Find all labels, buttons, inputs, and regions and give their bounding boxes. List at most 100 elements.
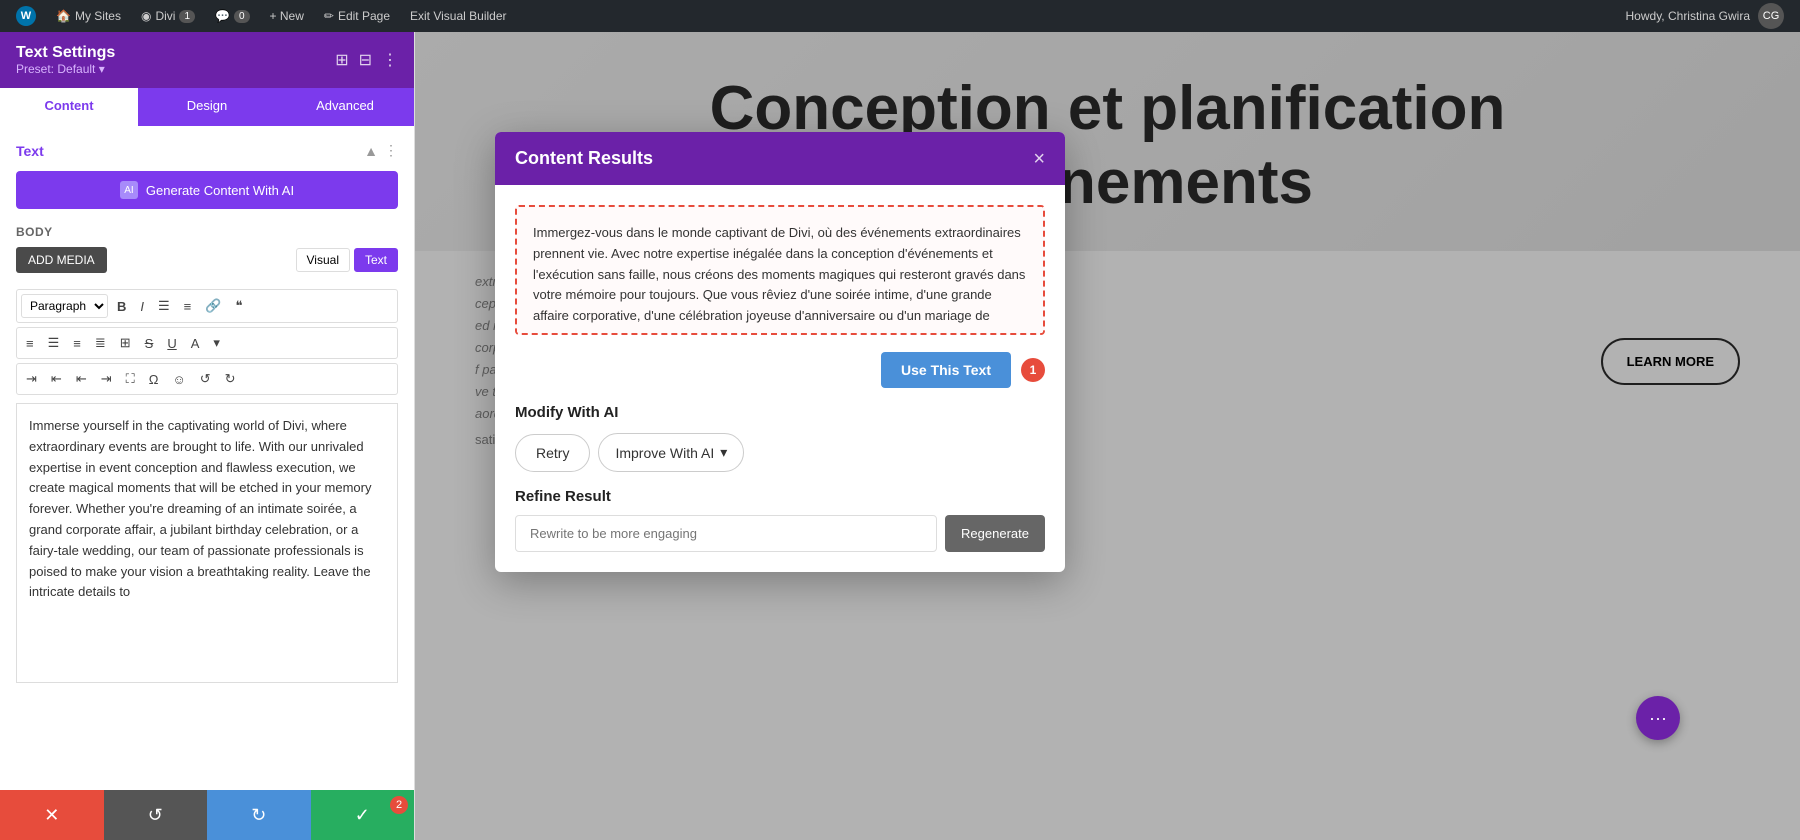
ai-icon: AI bbox=[120, 181, 138, 199]
ordered-list-button[interactable]: ≡ bbox=[179, 296, 197, 317]
refine-label: Refine Result bbox=[515, 488, 1045, 505]
chevron-up-icon[interactable]: ▲ bbox=[364, 143, 378, 159]
refine-section: Refine Result Regenerate bbox=[515, 488, 1045, 552]
tab-design[interactable]: Design bbox=[138, 88, 276, 126]
indent2-button[interactable]: ⇤ bbox=[71, 368, 92, 390]
redo-editor-button[interactable]: ↻ bbox=[220, 368, 241, 390]
toolbar-row-3: ⇥ ⇤ ⇤ ⇥ ⛶ Ω ☺ ↺ ↻ bbox=[16, 363, 398, 395]
wp-logo[interactable]: W bbox=[8, 0, 44, 32]
generate-content-button[interactable]: AI Generate Content With AI bbox=[16, 171, 398, 209]
main-wrapper: Text Settings Preset: Default ▾ ⊞ ⊟ ⋮ Co… bbox=[0, 32, 1800, 840]
undo-button[interactable]: ↺ bbox=[104, 790, 208, 840]
align-right-button[interactable]: ≡ bbox=[68, 333, 86, 354]
modal-title: Content Results bbox=[515, 148, 653, 169]
new-link[interactable]: + New bbox=[262, 0, 312, 32]
admin-bar-right: Howdy, Christina Gwira CG bbox=[1626, 3, 1792, 29]
modal-close-button[interactable]: × bbox=[1033, 149, 1045, 169]
add-media-button[interactable]: ADD MEDIA bbox=[16, 247, 107, 273]
retry-button[interactable]: Retry bbox=[515, 434, 590, 472]
comment-link[interactable]: 💬 0 bbox=[207, 0, 258, 32]
align-justify-button[interactable]: ≣ bbox=[90, 332, 111, 354]
editor-tabs: Visual Text bbox=[296, 248, 398, 272]
sidebar-title: Text Settings bbox=[16, 44, 115, 62]
home-icon: 🏠 bbox=[56, 9, 71, 23]
ai-bubble-icon: ··· bbox=[1649, 708, 1667, 729]
body-label: Body bbox=[16, 225, 398, 239]
comment-icon: 💬 bbox=[215, 9, 230, 23]
fullscreen-editor-button[interactable]: ⛶ bbox=[121, 368, 140, 390]
more-options-icon[interactable]: ⋮ bbox=[382, 50, 398, 70]
sidebar-content: Text ▲ ⋮ AI Generate Content With AI Bod… bbox=[0, 126, 414, 790]
user-avatar: CG bbox=[1758, 3, 1784, 29]
refine-input[interactable] bbox=[515, 515, 937, 552]
table-button[interactable]: ⊞ bbox=[115, 332, 136, 354]
exit-builder-link[interactable]: Exit Visual Builder bbox=[402, 0, 515, 32]
link-button[interactable]: 🔗 bbox=[200, 295, 226, 317]
sidebar: Text Settings Preset: Default ▾ ⊞ ⊟ ⋮ Co… bbox=[0, 32, 415, 840]
redo-button[interactable]: ↻ bbox=[207, 790, 311, 840]
italic-button[interactable]: I bbox=[135, 296, 149, 317]
tab-visual[interactable]: Visual bbox=[296, 248, 350, 272]
dropdown-button[interactable]: ▾ bbox=[208, 332, 225, 354]
improve-with-ai-button[interactable]: Improve With AI ▾ bbox=[598, 433, 744, 472]
cancel-button[interactable]: ✕ bbox=[0, 790, 104, 840]
page-preview: Conception et planification d'événements… bbox=[415, 32, 1800, 840]
strikethrough-button[interactable]: S bbox=[140, 333, 159, 354]
use-text-button[interactable]: Use This Text bbox=[881, 352, 1011, 388]
regenerate-button[interactable]: Regenerate bbox=[945, 515, 1045, 552]
dropdown-arrow-icon: ▾ bbox=[720, 444, 727, 461]
underline-button[interactable]: U bbox=[162, 333, 181, 354]
use-text-row: Use This Text 1 bbox=[515, 352, 1045, 388]
sidebar-preset[interactable]: Preset: Default ▾ bbox=[16, 62, 115, 76]
save-button[interactable]: ✓ 2 bbox=[311, 790, 415, 840]
align-center-button[interactable]: ☰ bbox=[43, 332, 65, 354]
sidebar-tabs: Content Design Advanced bbox=[0, 88, 414, 126]
modal-header: Content Results × bbox=[495, 132, 1065, 185]
outdent-button[interactable]: ⇤ bbox=[46, 368, 67, 390]
step-badge-1: 1 bbox=[1021, 358, 1045, 382]
sidebar-header: Text Settings Preset: Default ▾ ⊞ ⊟ ⋮ bbox=[0, 32, 414, 88]
unordered-list-button[interactable]: ☰ bbox=[153, 295, 175, 317]
modal-overlay: Content Results × Immergez-vous dans le … bbox=[415, 32, 1800, 840]
wordpress-icon: W bbox=[16, 6, 36, 26]
undo-editor-button[interactable]: ↺ bbox=[195, 368, 216, 390]
bottom-bar: ✕ ↺ ↻ ✓ 2 bbox=[0, 790, 414, 840]
special-char-button[interactable]: Ω bbox=[144, 369, 164, 390]
modify-section: Modify With AI Retry Improve With AI ▾ bbox=[515, 404, 1045, 472]
section-more-icon[interactable]: ⋮ bbox=[384, 142, 398, 159]
tab-content[interactable]: Content bbox=[0, 88, 138, 126]
edit-page-link[interactable]: ✏ Edit Page bbox=[316, 0, 398, 32]
text-section-header: Text ▲ ⋮ bbox=[16, 142, 398, 159]
divi-link[interactable]: ◉ Divi 1 bbox=[133, 0, 203, 32]
main-content: Conception et planification d'événements… bbox=[415, 32, 1800, 840]
text-color-button[interactable]: A bbox=[186, 333, 205, 354]
fullscreen-icon[interactable]: ⊞ bbox=[335, 50, 348, 70]
text-content-area[interactable]: Immerse yourself in the captivating worl… bbox=[16, 403, 398, 683]
comment-count: 0 bbox=[234, 10, 250, 23]
paragraph-select[interactable]: Paragraph bbox=[21, 294, 108, 318]
tab-text[interactable]: Text bbox=[354, 248, 398, 272]
divi-icon: ◉ bbox=[141, 9, 151, 23]
wp-admin-bar: W 🏠 My Sites ◉ Divi 1 💬 0 + New ✏ Edit P… bbox=[0, 0, 1800, 32]
content-results-modal: Content Results × Immergez-vous dans le … bbox=[495, 132, 1065, 572]
my-sites-link[interactable]: 🏠 My Sites bbox=[48, 0, 129, 32]
tab-advanced[interactable]: Advanced bbox=[276, 88, 414, 126]
pencil-icon: ✏ bbox=[324, 9, 334, 23]
divi-count: 1 bbox=[179, 10, 195, 23]
toolbar-row-1: Paragraph B I ☰ ≡ 🔗 ❝ bbox=[16, 289, 398, 323]
result-textarea[interactable]: Immergez-vous dans le monde captivant de… bbox=[515, 205, 1045, 335]
ai-chat-bubble[interactable]: ··· bbox=[1636, 696, 1680, 740]
toolbar-row-2: ≡ ☰ ≡ ≣ ⊞ S U A ▾ bbox=[16, 327, 398, 359]
modal-body: Immergez-vous dans le monde captivant de… bbox=[495, 185, 1065, 572]
emoji-button[interactable]: ☺ bbox=[167, 369, 190, 390]
modify-buttons: Retry Improve With AI ▾ bbox=[515, 433, 1045, 472]
save-badge: 2 bbox=[390, 796, 408, 814]
layout-icon[interactable]: ⊟ bbox=[359, 50, 372, 70]
text-section-title: Text bbox=[16, 143, 44, 159]
blockquote-button[interactable]: ❝ bbox=[230, 295, 247, 317]
indent3-button[interactable]: ⇥ bbox=[96, 368, 117, 390]
indent-button[interactable]: ⇥ bbox=[21, 368, 42, 390]
refine-row: Regenerate bbox=[515, 515, 1045, 552]
align-left-button[interactable]: ≡ bbox=[21, 333, 39, 354]
bold-button[interactable]: B bbox=[112, 296, 131, 317]
